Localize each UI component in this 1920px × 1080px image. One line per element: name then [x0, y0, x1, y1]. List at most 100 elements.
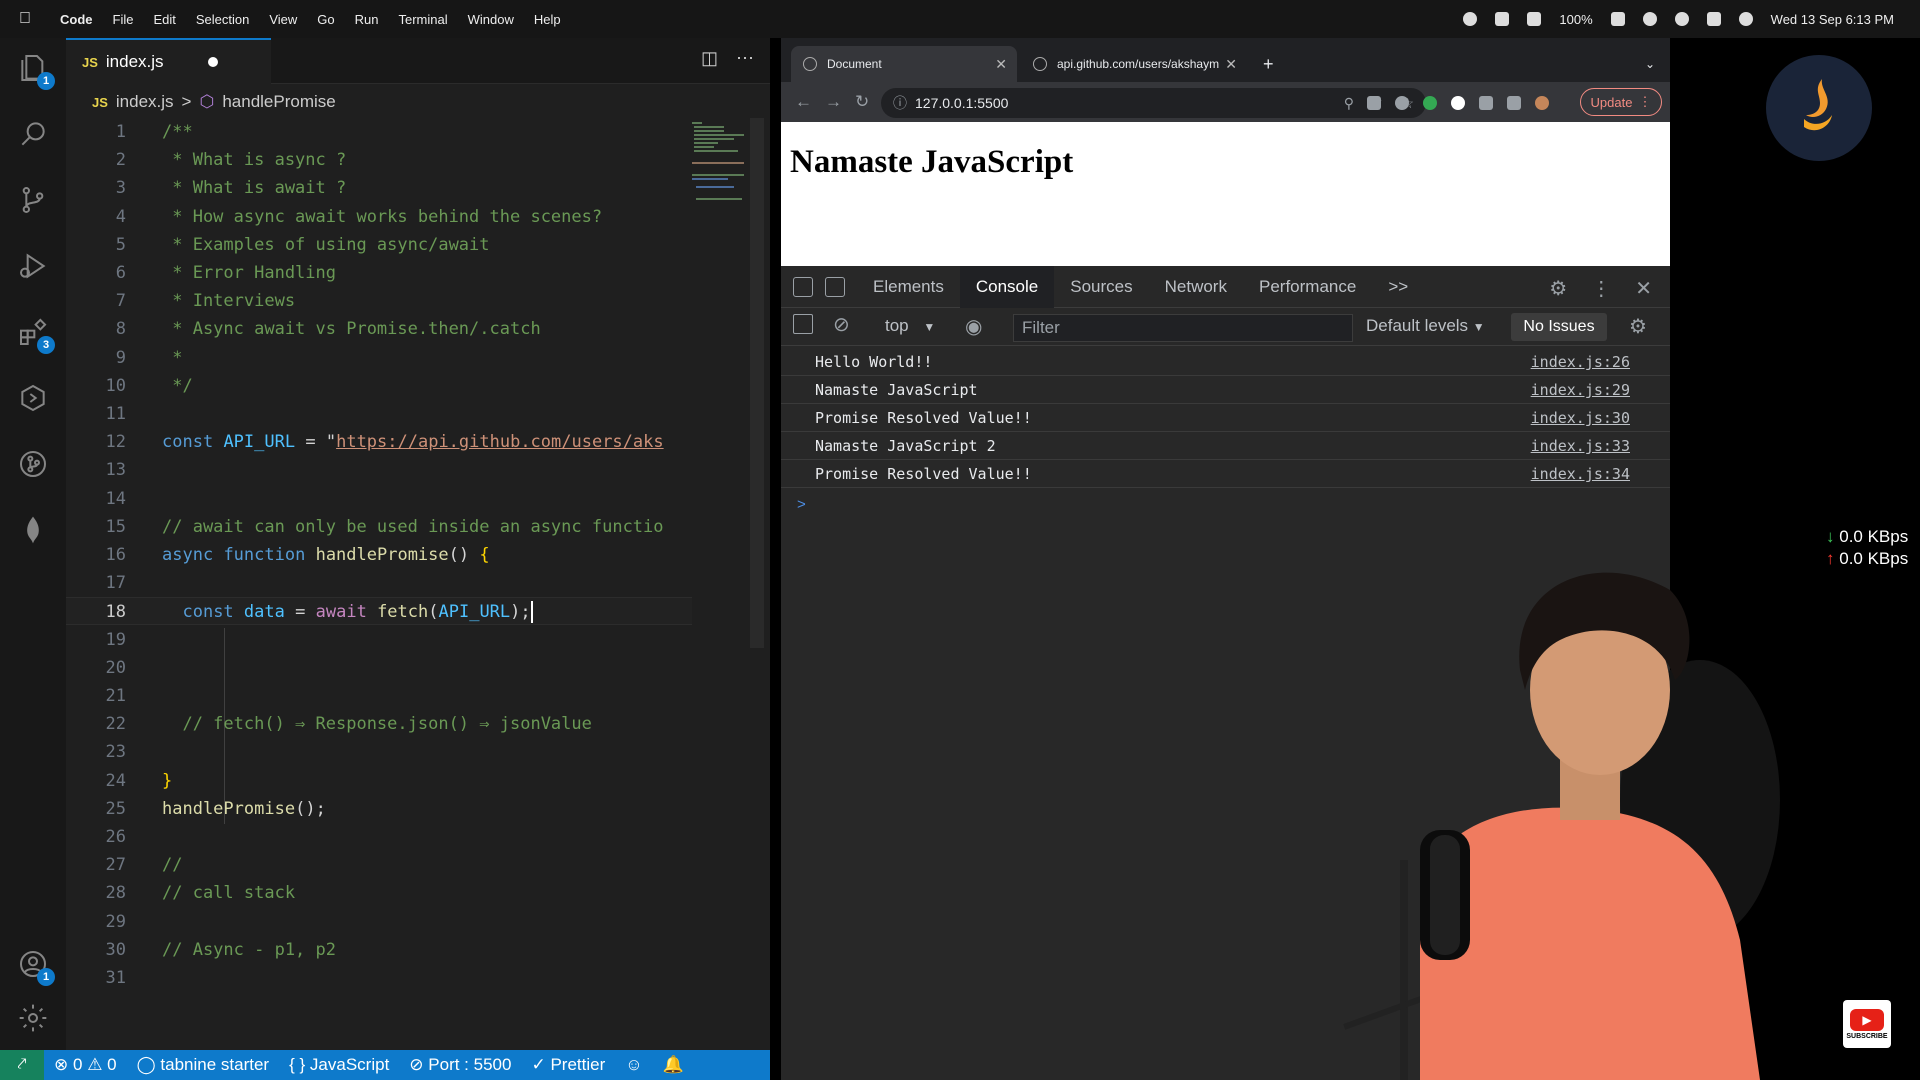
devtools-tab-performance[interactable]: Performance	[1243, 266, 1372, 308]
code-line[interactable]: 1 /**	[66, 118, 692, 146]
menu-file[interactable]: File	[103, 12, 144, 27]
code-line[interactable]: 15 // await can only be used inside an as…	[66, 513, 692, 541]
tabnine-status[interactable]: ◯ tabnine starter	[127, 1055, 279, 1075]
menu-run[interactable]: Run	[345, 12, 389, 27]
address-bar[interactable]: ⓘ 127.0.0.1:5500 ⚲ ⇧ ☆	[881, 88, 1426, 118]
devtools-tab-sources[interactable]: Sources	[1054, 266, 1148, 308]
devtools-menu-icon[interactable]: ⋮	[1591, 276, 1611, 301]
code-line[interactable]: 18 const data = await fetch(API_URL);	[66, 597, 692, 626]
more-actions-icon[interactable]: ⋯	[736, 48, 754, 69]
console-filter-input[interactable]: Filter	[1013, 314, 1353, 342]
code-line[interactable]: 9 *	[66, 344, 692, 372]
extensions-puzzle-icon[interactable]	[1479, 96, 1493, 110]
menu-go[interactable]: Go	[307, 12, 344, 27]
youtube-subscribe-button[interactable]: ▶ SUBSCRIBE	[1843, 1000, 1891, 1048]
code-line[interactable]: 23	[66, 738, 692, 766]
console-source-link[interactable]: index.js:26	[1531, 353, 1630, 371]
device-toolbar-icon[interactable]	[825, 276, 845, 297]
code-line[interactable]: 2 * What is async ?	[66, 146, 692, 174]
code-line[interactable]: 31	[66, 964, 692, 992]
reload-icon[interactable]: ↻	[855, 92, 869, 112]
code-line[interactable]: 11	[66, 400, 692, 428]
code-editor[interactable]: 1/** 2 * What is async ? 3 * What is await…	[66, 118, 692, 1038]
console-source-link[interactable]: index.js:30	[1531, 409, 1630, 427]
menu-clock[interactable]: Wed 13 Sep 6:13 PM	[1771, 12, 1894, 27]
close-tab-icon[interactable]: ✕	[995, 56, 1007, 73]
remote-indicator-icon[interactable]: ⤤	[0, 1050, 44, 1080]
profile-avatar[interactable]	[1535, 96, 1549, 110]
log-levels-dropdown[interactable]: Default levels ▼	[1366, 316, 1485, 336]
code-line[interactable]: 7 * Interviews	[66, 287, 692, 315]
extensions-icon[interactable]: 3	[13, 312, 55, 354]
search-icon[interactable]	[13, 114, 53, 154]
code-line[interactable]: 19	[66, 626, 692, 654]
remote-explorer-icon[interactable]	[13, 378, 53, 418]
more-tabs-chevron-icon[interactable]: >>	[1372, 266, 1424, 308]
notifications-bell-icon[interactable]: 🔔	[653, 1055, 694, 1075]
devtools-close-icon[interactable]: ✕	[1635, 276, 1652, 301]
minimap[interactable]	[692, 118, 748, 218]
clear-console-icon[interactable]: ⊘	[833, 312, 850, 337]
live-server-port[interactable]: ⊘ Port : 5500	[399, 1055, 521, 1075]
code-line[interactable]: 6 * Error Handling	[66, 259, 692, 287]
person-icon[interactable]	[1495, 12, 1510, 26]
code-line[interactable]: 5 * Examples of using async/await	[66, 231, 692, 259]
record-icon[interactable]	[1463, 12, 1478, 26]
menu-view[interactable]: View	[259, 12, 307, 27]
apple-icon[interactable]: 	[0, 10, 50, 28]
siri-icon[interactable]	[1738, 12, 1753, 26]
bluetooth-icon[interactable]	[1527, 12, 1542, 26]
split-editor-icon[interactable]: ◫	[701, 48, 718, 69]
explorer-icon[interactable]: 1	[13, 48, 55, 90]
extension-icon[interactable]	[1451, 96, 1465, 110]
devtools-tab-network[interactable]: Network	[1149, 266, 1243, 308]
menu-selection[interactable]: Selection	[186, 12, 259, 27]
code-line[interactable]: 16 async function handlePromise() {	[66, 541, 692, 569]
console-settings-gear-icon[interactable]: ⚙	[1629, 314, 1647, 339]
editor-vertical-scrollbar[interactable]	[750, 118, 764, 648]
menu-window[interactable]: Window	[458, 12, 524, 27]
back-icon[interactable]: ←	[795, 92, 812, 112]
devtools-settings-gear-icon[interactable]: ⚙	[1549, 276, 1567, 301]
control-center-icon[interactable]	[1706, 12, 1721, 26]
inspect-element-icon[interactable]	[793, 276, 813, 297]
code-line[interactable]: 27 //	[66, 851, 692, 879]
menu-terminal[interactable]: Terminal	[389, 12, 458, 27]
close-tab-icon[interactable]: ✕	[1225, 56, 1237, 73]
settings-gear-icon[interactable]	[13, 998, 53, 1038]
menu-help[interactable]: Help	[524, 12, 571, 27]
browser-tab-github-api[interactable]: api.github.com/users/akshaym ✕	[1021, 46, 1247, 82]
wifi-icon[interactable]	[1642, 12, 1657, 26]
new-tab-icon[interactable]: +	[1251, 46, 1286, 82]
git-graph-icon[interactable]	[13, 444, 53, 484]
browser-tab-document[interactable]: Document ✕	[791, 46, 1017, 82]
devtools-tab-elements[interactable]: Elements	[857, 266, 960, 308]
zoom-icon[interactable]: ⚲	[1344, 95, 1354, 112]
tab-search-chevron-icon[interactable]: ⌄	[1633, 46, 1667, 82]
code-line[interactable]: 21	[66, 682, 692, 710]
menu-edit[interactable]: Edit	[143, 12, 185, 27]
extension-icon[interactable]	[1367, 96, 1381, 110]
side-panel-icon[interactable]	[1507, 96, 1521, 110]
console-source-link[interactable]: index.js:34	[1531, 465, 1630, 483]
language-mode[interactable]: { } JavaScript	[279, 1055, 399, 1075]
forward-icon[interactable]: →	[825, 92, 842, 112]
issues-button[interactable]: No Issues	[1511, 313, 1607, 341]
code-line[interactable]: 30 // Async - p1, p2	[66, 936, 692, 964]
code-line[interactable]: 22 // fetch() ⇒ Response.json() ⇒ jsonVa…	[66, 710, 692, 738]
problems-indicator[interactable]: ⊗ 0 ⚠ 0	[44, 1055, 127, 1075]
extension-icon[interactable]	[1395, 96, 1409, 110]
breadcrumb-symbol[interactable]: handlePromise	[222, 92, 335, 112]
context-selector[interactable]: top ▼	[885, 316, 935, 336]
code-line[interactable]: 20	[66, 654, 692, 682]
code-line[interactable]: 4 * How async await works behind the sce…	[66, 203, 692, 231]
source-control-icon[interactable]	[13, 180, 53, 220]
grammarly-icon[interactable]	[1423, 96, 1437, 110]
editor-tab-index-js[interactable]: JS index.js	[66, 38, 271, 84]
code-line[interactable]: 26	[66, 823, 692, 851]
code-line[interactable]: 13	[66, 456, 692, 484]
devtools-tab-console[interactable]: Console	[959, 265, 1055, 308]
code-line[interactable]: 29	[66, 908, 692, 936]
menu-app-name[interactable]: Code	[50, 12, 103, 27]
console-prompt-icon[interactable]: >	[797, 496, 806, 513]
